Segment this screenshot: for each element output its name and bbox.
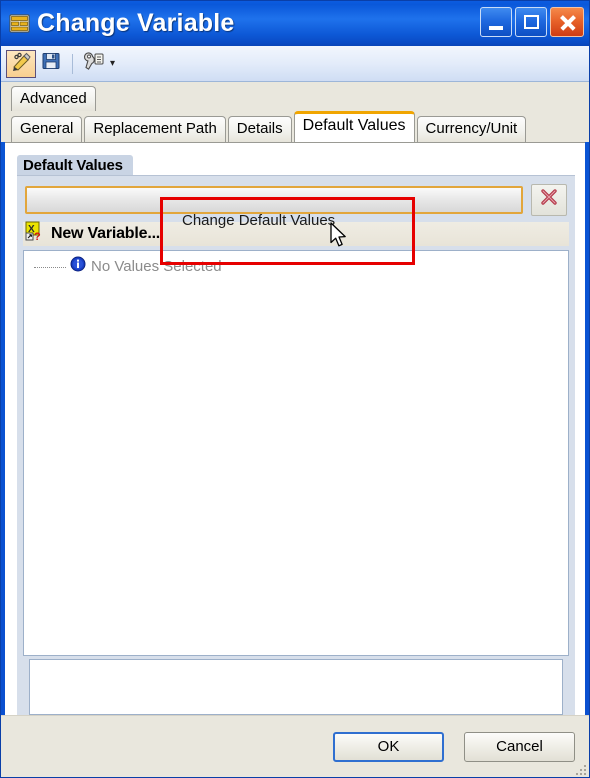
tab-general[interactable]: General — [11, 116, 83, 142]
group-header-label: Default Values — [17, 154, 133, 176]
close-icon — [560, 15, 576, 31]
variable-window-icon — [9, 13, 30, 34]
group-body: X ? New Variable... No Values Selected — [17, 175, 575, 715]
ok-button[interactable]: OK — [333, 731, 444, 762]
new-variable-label: New Variable... — [51, 224, 161, 242]
tab-details[interactable]: Details — [227, 116, 292, 142]
tab-details-label: Details — [236, 120, 283, 138]
default-values-tree[interactable]: No Values Selected — [23, 249, 569, 656]
tab-currency-unit-label: Currency/Unit — [425, 120, 518, 138]
resize-grip[interactable] — [572, 761, 586, 775]
dialog-button-bar: OK Cancel — [1, 715, 589, 777]
edit-pencil-icon — [11, 51, 32, 77]
save-floppy-icon — [41, 51, 61, 76]
tree-connector — [34, 267, 66, 269]
detail-panel[interactable] — [29, 659, 563, 715]
tab-general-label: General — [20, 120, 74, 138]
tab-row-lower: General Replacement Path Details Default… — [5, 111, 585, 142]
default-value-input[interactable] — [25, 185, 523, 214]
minimize-button[interactable] — [480, 7, 512, 37]
tree-row-label: No Values Selected — [91, 258, 222, 276]
tab-advanced-label: Advanced — [20, 90, 87, 107]
new-variable-icon: X ? — [25, 221, 45, 246]
tools-dropdown-arrow-icon[interactable]: ▾ — [110, 58, 115, 69]
tab-default-values-label: Default Values — [302, 117, 406, 135]
default-value-input-row — [23, 183, 569, 216]
tools-button[interactable] — [79, 50, 109, 78]
tab-currency-unit[interactable]: Currency/Unit — [416, 116, 527, 142]
tab-row-upper: Advanced — [5, 86, 585, 112]
tree-row-no-values[interactable]: No Values Selected — [28, 256, 564, 277]
tools-wrench-icon — [83, 51, 105, 76]
window-controls — [480, 7, 584, 37]
tab-page-default-values: Default Values X ? New Variable... No Va… — [5, 141, 585, 715]
toolbar: ▾ — [1, 46, 589, 82]
tab-replacement-path[interactable]: Replacement Path — [84, 116, 226, 142]
tab-strip: Advanced General Replacement Path Detail… — [1, 82, 589, 142]
tab-default-values[interactable]: Default Values — [293, 111, 415, 142]
window-title: Change Variable — [37, 9, 235, 37]
change-variable-dialog: Change Variable ▾ Advanced General Repla… — [0, 0, 590, 778]
close-button[interactable] — [550, 7, 584, 37]
save-button[interactable] — [36, 50, 66, 78]
edit-pencil-button[interactable] — [6, 49, 36, 78]
new-variable-row[interactable]: X ? New Variable... — [23, 221, 569, 246]
delete-value-button[interactable] — [531, 183, 567, 216]
tab-advanced[interactable]: Advanced — [11, 86, 96, 112]
cancel-button[interactable]: Cancel — [464, 731, 575, 762]
svg-text:?: ? — [34, 231, 41, 241]
minimize-icon — [489, 26, 503, 30]
maximize-icon — [524, 15, 539, 29]
default-values-group: Default Values X ? New Variable... No Va… — [17, 154, 575, 715]
toolbar-separator — [72, 53, 73, 74]
maximize-button[interactable] — [515, 7, 547, 37]
red-x-icon — [539, 187, 559, 212]
info-icon — [70, 256, 86, 277]
title-bar: Change Variable — [1, 1, 589, 46]
tab-replacement-path-label: Replacement Path — [93, 120, 217, 138]
